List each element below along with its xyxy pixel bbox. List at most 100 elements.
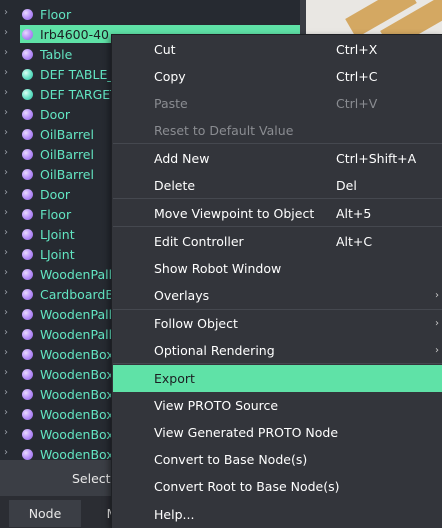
tree-node-label: Door (40, 106, 71, 122)
expand-chevron-icon[interactable]: › (4, 227, 8, 238)
menu-item-label: Help... (154, 507, 195, 522)
node-sphere-icon (22, 368, 33, 380)
menu-item-move-viewpoint-to-object[interactable]: Move Viewpoint to Object Alt+5 (113, 200, 442, 227)
menu-separator (113, 143, 442, 144)
node-sphere-icon (22, 48, 33, 60)
menu-item-label: View PROTO Source (154, 398, 279, 413)
menu-item-view-generated-proto-node[interactable]: View Generated PROTO Node (113, 419, 442, 446)
submenu-arrow-icon: › (435, 345, 439, 356)
node-sphere-icon (22, 228, 33, 240)
menu-item-label: Reset to Default Value (154, 123, 294, 138)
tree-node-label: WoodenBox (40, 446, 114, 461)
tree-node-label: WoodenBox (40, 406, 114, 422)
expand-chevron-icon[interactable]: › (4, 327, 8, 338)
expand-chevron-icon[interactable]: › (4, 347, 8, 358)
menu-item-follow-object[interactable]: Follow Object › (113, 310, 442, 337)
expand-chevron-icon[interactable]: › (4, 167, 8, 178)
expand-chevron-icon[interactable]: › (4, 267, 8, 278)
menu-item-convert-root-to-base-node-s[interactable]: Convert Root to Base Node(s) (113, 473, 442, 500)
menu-item-delete[interactable]: Delete Del (113, 172, 442, 199)
menu-item-help[interactable]: Help... (113, 501, 442, 528)
menu-item-export[interactable]: Export (113, 365, 442, 392)
node-sphere-icon (22, 248, 33, 260)
tree-node-label: DEF TARGET (40, 86, 118, 102)
menu-item-edit-controller[interactable]: Edit Controller Alt+C (113, 228, 442, 255)
expand-chevron-icon[interactable]: › (4, 247, 8, 258)
expand-chevron-icon[interactable]: › (4, 187, 8, 198)
menu-item-paste: Paste Ctrl+V (113, 90, 442, 117)
node-sphere-icon (22, 208, 33, 220)
tab-node[interactable]: Node (9, 500, 81, 527)
expand-chevron-icon[interactable]: › (4, 407, 8, 418)
tree-node-label: Floor (40, 206, 72, 222)
menu-item-label: Convert Root to Base Node(s) (154, 479, 340, 494)
menu-item-label: Add New (154, 151, 210, 166)
expand-chevron-icon[interactable]: › (4, 107, 8, 118)
node-sphere-icon (22, 348, 33, 360)
menu-item-add-new[interactable]: Add New Ctrl+Shift+A (113, 145, 442, 172)
expand-chevron-icon[interactable]: › (4, 307, 8, 318)
tree-row[interactable]: › Floor (0, 4, 300, 24)
tree-node-label: Table (40, 46, 73, 62)
tree-node-label: WoodenBox (40, 346, 114, 362)
node-sphere-icon (22, 268, 33, 280)
tree-node-label: WoodenBox (40, 366, 114, 382)
menu-item-label: View Generated PROTO Node (154, 425, 339, 440)
menu-item-overlays[interactable]: Overlays › (113, 282, 442, 309)
expand-chevron-icon[interactable]: › (4, 127, 8, 138)
expand-chevron-icon[interactable]: › (4, 447, 8, 458)
expand-chevron-icon[interactable]: › (4, 67, 8, 78)
menu-item-optional-rendering[interactable]: Optional Rendering › (113, 337, 442, 364)
menu-item-shortcut: Alt+C (336, 234, 373, 249)
submenu-arrow-icon: › (435, 290, 439, 301)
menu-item-view-proto-source[interactable]: View PROTO Source (113, 392, 442, 419)
expand-chevron-icon[interactable]: › (4, 47, 8, 58)
menu-item-shortcut: Ctrl+V (336, 96, 378, 111)
expand-chevron-icon[interactable]: › (4, 27, 8, 38)
expand-chevron-icon[interactable]: › (4, 7, 8, 18)
expand-chevron-icon[interactable]: › (4, 147, 8, 158)
submenu-arrow-icon: › (435, 318, 439, 329)
node-sphere-icon (22, 328, 33, 340)
node-sphere-icon (22, 428, 33, 440)
menu-item-label: Convert to Base Node(s) (154, 452, 308, 467)
expand-chevron-icon[interactable]: › (4, 207, 8, 218)
node-sphere-icon (22, 408, 33, 420)
expand-chevron-icon[interactable]: › (4, 387, 8, 398)
menu-item-shortcut: Ctrl+C (336, 69, 378, 84)
menu-item-shortcut: Ctrl+X (336, 42, 378, 57)
node-sphere-icon (22, 388, 33, 400)
tree-node-label: Floor (40, 6, 72, 22)
node-sphere-icon (22, 188, 33, 200)
menu-item-label: Show Robot Window (154, 261, 282, 276)
node-sphere-icon (22, 108, 33, 120)
menu-item-copy[interactable]: Copy Ctrl+C (113, 63, 442, 90)
tree-node-label: WoodenBox (40, 426, 114, 442)
node-sphere-icon (22, 308, 33, 320)
menu-item-reset-to-default-value: Reset to Default Value (113, 117, 442, 144)
tree-node-label: OilBarrel (40, 146, 94, 162)
expand-chevron-icon[interactable]: › (4, 367, 8, 378)
expand-chevron-icon[interactable]: › (4, 87, 8, 98)
tree-node-label: OilBarrel (40, 166, 94, 182)
menu-item-show-robot-window[interactable]: Show Robot Window (113, 255, 442, 282)
menu-item-label: Cut (154, 42, 176, 57)
menu-item-cut[interactable]: Cut Ctrl+X (113, 36, 442, 63)
menu-item-shortcut: Alt+5 (336, 206, 372, 221)
menu-separator (113, 198, 442, 199)
tree-node-label: WoodenBox (40, 386, 114, 402)
node-sphere-icon (22, 128, 33, 140)
tree-node-label: LJoint (40, 226, 75, 242)
node-sphere-icon (22, 288, 33, 300)
expand-chevron-icon[interactable]: › (4, 427, 8, 438)
menu-item-convert-to-base-node-s[interactable]: Convert to Base Node(s) (113, 446, 442, 473)
menu-separator (113, 226, 442, 227)
menu-item-label: Paste (154, 96, 188, 111)
node-sphere-icon (22, 88, 33, 100)
menu-item-label: Follow Object (154, 316, 238, 331)
tree-node[interactable]: Floor (20, 5, 300, 23)
context-menu: Cut Ctrl+X Copy Ctrl+C Paste Ctrl+V Reset to D… (111, 34, 442, 528)
node-sphere-icon (22, 448, 33, 460)
expand-chevron-icon[interactable]: › (4, 287, 8, 298)
menu-item-label: Optional Rendering (154, 343, 275, 358)
